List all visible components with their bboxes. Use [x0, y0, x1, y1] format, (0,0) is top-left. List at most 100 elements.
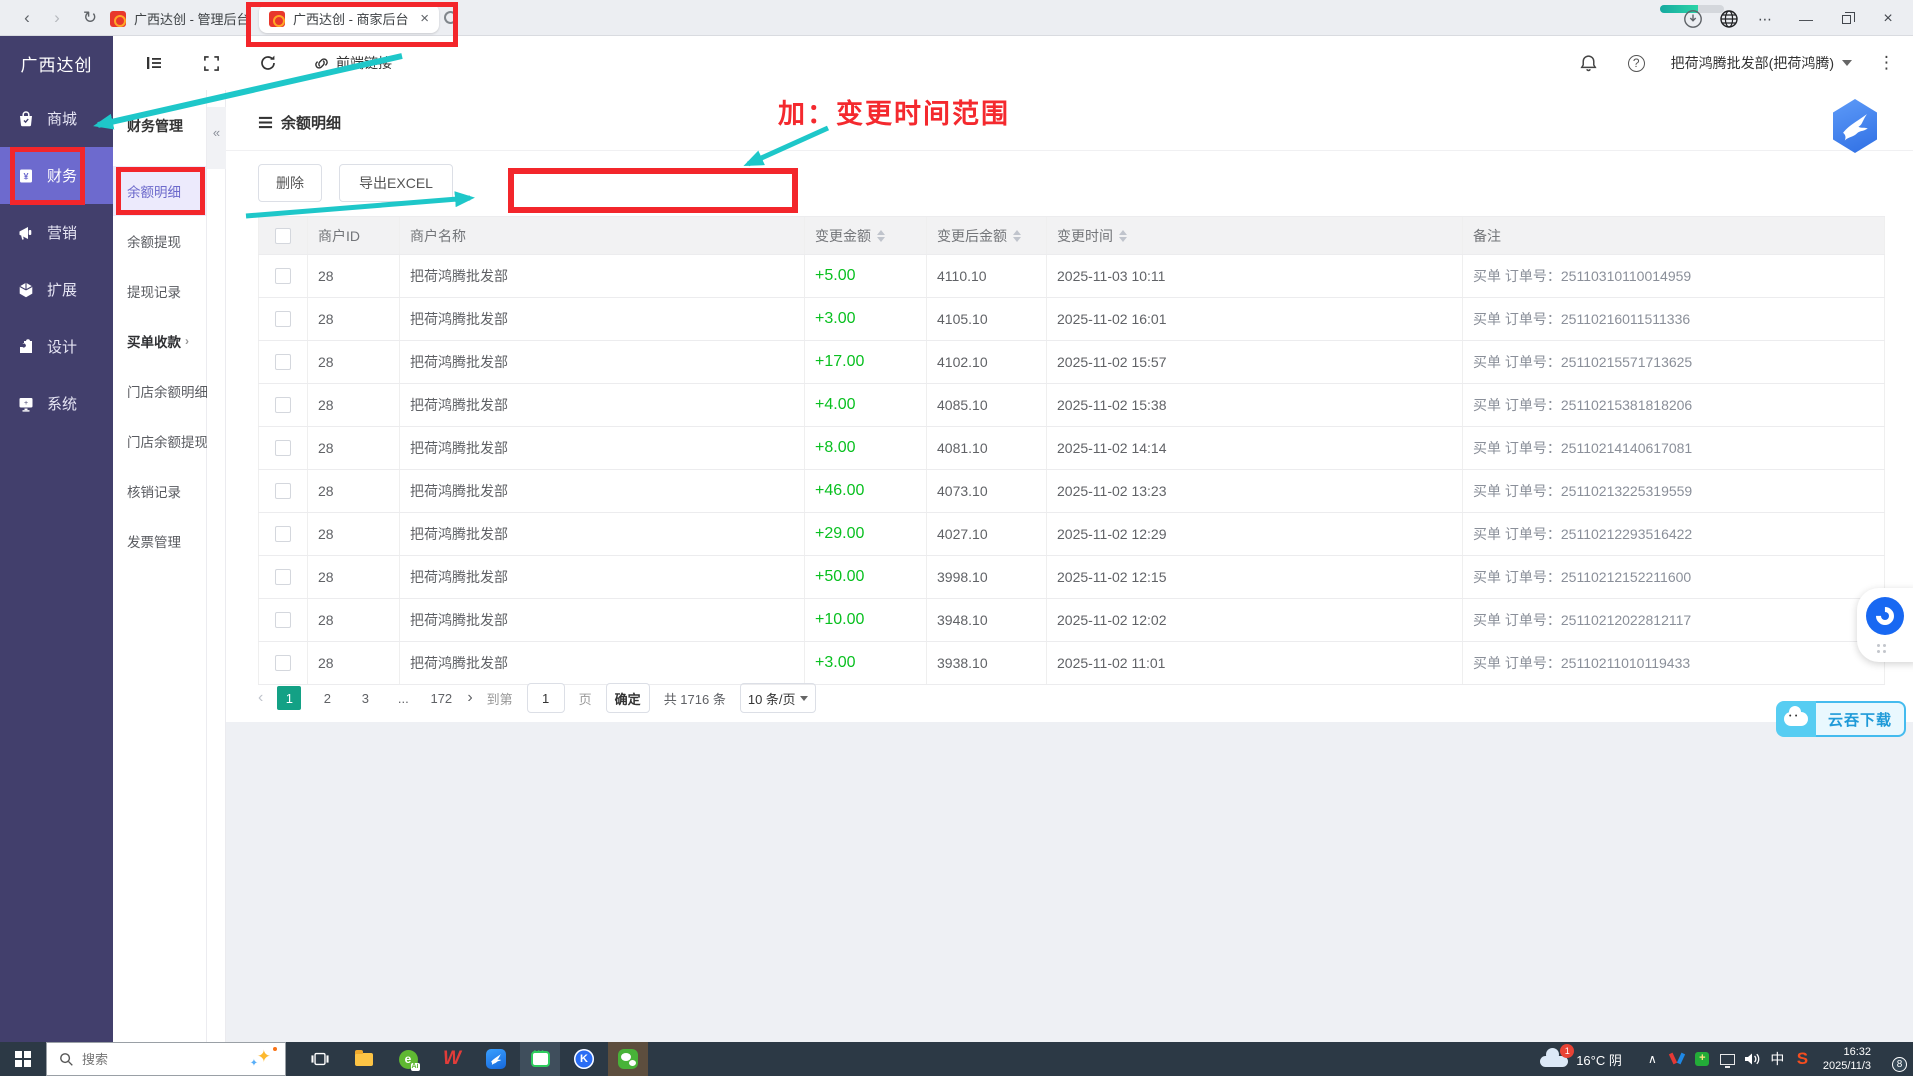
network-icon[interactable]	[1715, 1042, 1740, 1076]
tray-v-icon[interactable]	[1665, 1042, 1690, 1076]
fullscreen-icon[interactable]	[198, 50, 224, 76]
submenu-item-store-balance-withdraw[interactable]: 门店余额提现	[113, 416, 208, 466]
col-change-time[interactable]: 变更时间	[1047, 217, 1463, 254]
sort-icon[interactable]	[1119, 229, 1127, 242]
submenu-item-invoice[interactable]: 发票管理	[113, 516, 206, 566]
menu-fold-icon[interactable]	[141, 50, 167, 76]
tray-green-icon[interactable]: +	[1690, 1042, 1715, 1076]
file-explorer-icon[interactable]	[344, 1042, 384, 1076]
header-kebab-icon[interactable]: ⋮	[1878, 53, 1895, 73]
select-all-checkbox[interactable]	[275, 227, 291, 244]
sort-icon[interactable]	[1013, 229, 1021, 242]
balance-table: 商户ID 商户名称 变更金额 变更后金额 变更时间 备注 28 把荷鸿腾批发部 …	[258, 216, 1885, 685]
browser-reload-icon[interactable]: ↻	[78, 6, 102, 30]
restore-icon[interactable]	[1833, 8, 1859, 30]
row-checkbox[interactable]	[275, 311, 291, 327]
volume-icon[interactable]	[1740, 1042, 1765, 1076]
row-checkbox[interactable]	[275, 268, 291, 284]
page-number[interactable]: 2	[315, 686, 339, 710]
browser-side-button[interactable]	[1857, 588, 1913, 662]
submenu-item-withdraw-record[interactable]: 提现记录	[113, 266, 206, 316]
page-number[interactable]: 3	[353, 686, 377, 710]
copilot-sparkle-icon[interactable]: ✦ ✦	[250, 1047, 277, 1069]
confirm-page-button[interactable]: 确定	[605, 683, 650, 713]
notification-bell-icon[interactable]	[1576, 50, 1602, 76]
cell-merchant-name: 把荷鸿腾批发部	[400, 298, 805, 340]
submenu-item-verification-record[interactable]: 核销记录	[113, 466, 206, 516]
row-checkbox[interactable]	[275, 569, 291, 585]
wps-icon[interactable]: W	[432, 1042, 472, 1076]
browser-360-icon[interactable]: e Ai	[388, 1042, 428, 1076]
minimize-icon[interactable]: —	[1793, 8, 1819, 30]
page-ellipsis: ...	[397, 690, 409, 706]
cell-merchant-id: 28	[308, 384, 400, 426]
xunlei-taskbar-icon[interactable]	[476, 1042, 516, 1076]
prev-page-icon[interactable]: ‹	[258, 689, 263, 707]
user-menu[interactable]: 把荷鸿腾批发部(把荷鸿腾)	[1671, 53, 1852, 73]
cell-change-time: 2025-11-02 16:01	[1047, 298, 1463, 340]
browser-menu-icon[interactable]: ⋯	[1752, 8, 1778, 30]
next-page-icon[interactable]: ›	[467, 689, 472, 707]
row-checkbox[interactable]	[275, 354, 291, 370]
sidebar-item-marketing[interactable]: 营销	[0, 204, 113, 261]
browser-forward-icon[interactable]: ›	[45, 6, 69, 30]
collapse-sidebar-button[interactable]: «	[207, 107, 226, 169]
cell-change-amount: +3.00	[805, 642, 927, 684]
refresh-icon[interactable]	[255, 50, 281, 76]
hidden-icons-chevron[interactable]: ∧	[1640, 1042, 1665, 1076]
chat-app-icon[interactable]	[520, 1042, 560, 1076]
sidebar-item-mall[interactable]: 商城	[0, 90, 113, 147]
row-checkbox[interactable]	[275, 483, 291, 499]
chevron-down-icon	[1842, 60, 1852, 66]
xunlei-bird-icon	[1843, 114, 1868, 141]
drag-handle-icon[interactable]	[1877, 644, 1886, 653]
ime-indicator[interactable]: 中	[1765, 1042, 1790, 1076]
submenu-item-balance-withdraw[interactable]: 余额提现	[113, 216, 206, 266]
clock[interactable]: 16:32 2025/11/3	[1823, 1045, 1871, 1073]
browser-tab-inactive[interactable]: 广西达创 - 管理后台	[100, 4, 260, 33]
copilot-icon[interactable]	[1866, 597, 1904, 635]
page-number-current[interactable]: 1	[277, 686, 302, 710]
submenu-item-store-balance-detail[interactable]: 门店余额明细	[113, 366, 208, 416]
page-size-select[interactable]: 10 条/页	[739, 683, 816, 713]
sort-icon[interactable]	[877, 229, 885, 242]
cloud-download-widget[interactable]: 云吞下载	[1776, 701, 1906, 737]
wechat-icon[interactable]	[608, 1042, 648, 1076]
submenu-item-pay-order[interactable]: 买单收款 ›	[113, 316, 206, 366]
row-checkbox[interactable]	[275, 612, 291, 628]
export-excel-button[interactable]: 导出EXCEL	[339, 164, 453, 202]
row-checkbox[interactable]	[275, 397, 291, 413]
k-app-icon[interactable]: K	[564, 1042, 604, 1076]
start-button[interactable]	[0, 1042, 46, 1076]
delete-button[interactable]: 删除	[258, 164, 322, 202]
col-change-amount[interactable]: 变更金额	[805, 217, 927, 254]
globe-icon[interactable]	[1716, 8, 1742, 30]
row-checkbox[interactable]	[275, 526, 291, 542]
notification-center-icon[interactable]: 8	[1881, 1050, 1907, 1072]
sogou-icon[interactable]: S	[1790, 1042, 1815, 1076]
goto-page-input[interactable]	[526, 683, 565, 713]
download-icon[interactable]	[1680, 8, 1706, 30]
task-view-icon[interactable]	[300, 1042, 340, 1076]
row-checkbox[interactable]	[275, 655, 291, 671]
col-balance-after[interactable]: 变更后金额	[927, 217, 1047, 254]
taskbar-search[interactable]: ✦✦	[46, 1042, 286, 1076]
sidebar-item-design[interactable]: 设计	[0, 318, 113, 375]
goto-suffix-label: 页	[578, 691, 592, 707]
weather-label[interactable]: 16°C 阴	[1576, 1050, 1622, 1069]
sidebar-item-system[interactable]: + 系统	[0, 375, 113, 432]
table-row: 28 把荷鸿腾批发部 +4.00 4085.10 2025-11-02 15:3…	[258, 384, 1885, 427]
weather-cloud-icon[interactable]: 1	[1540, 1044, 1575, 1067]
row-checkbox[interactable]	[275, 440, 291, 456]
close-icon[interactable]: ×	[1875, 8, 1901, 30]
help-icon[interactable]: ?	[1627, 54, 1645, 72]
page-number-last[interactable]: 172	[429, 686, 453, 710]
browser-back-icon[interactable]: ‹	[15, 6, 39, 30]
cell-change-time: 2025-11-02 13:23	[1047, 470, 1463, 512]
sidebar-item-extensions[interactable]: 扩展	[0, 261, 113, 318]
search-input[interactable]	[82, 1051, 212, 1067]
date-label: 2025/11/3	[1822, 1060, 1871, 1072]
frontend-link[interactable]: 前端链接	[313, 53, 392, 73]
cell-change-time: 2025-11-03 10:11	[1047, 255, 1463, 297]
select-caret-icon	[799, 695, 808, 701]
